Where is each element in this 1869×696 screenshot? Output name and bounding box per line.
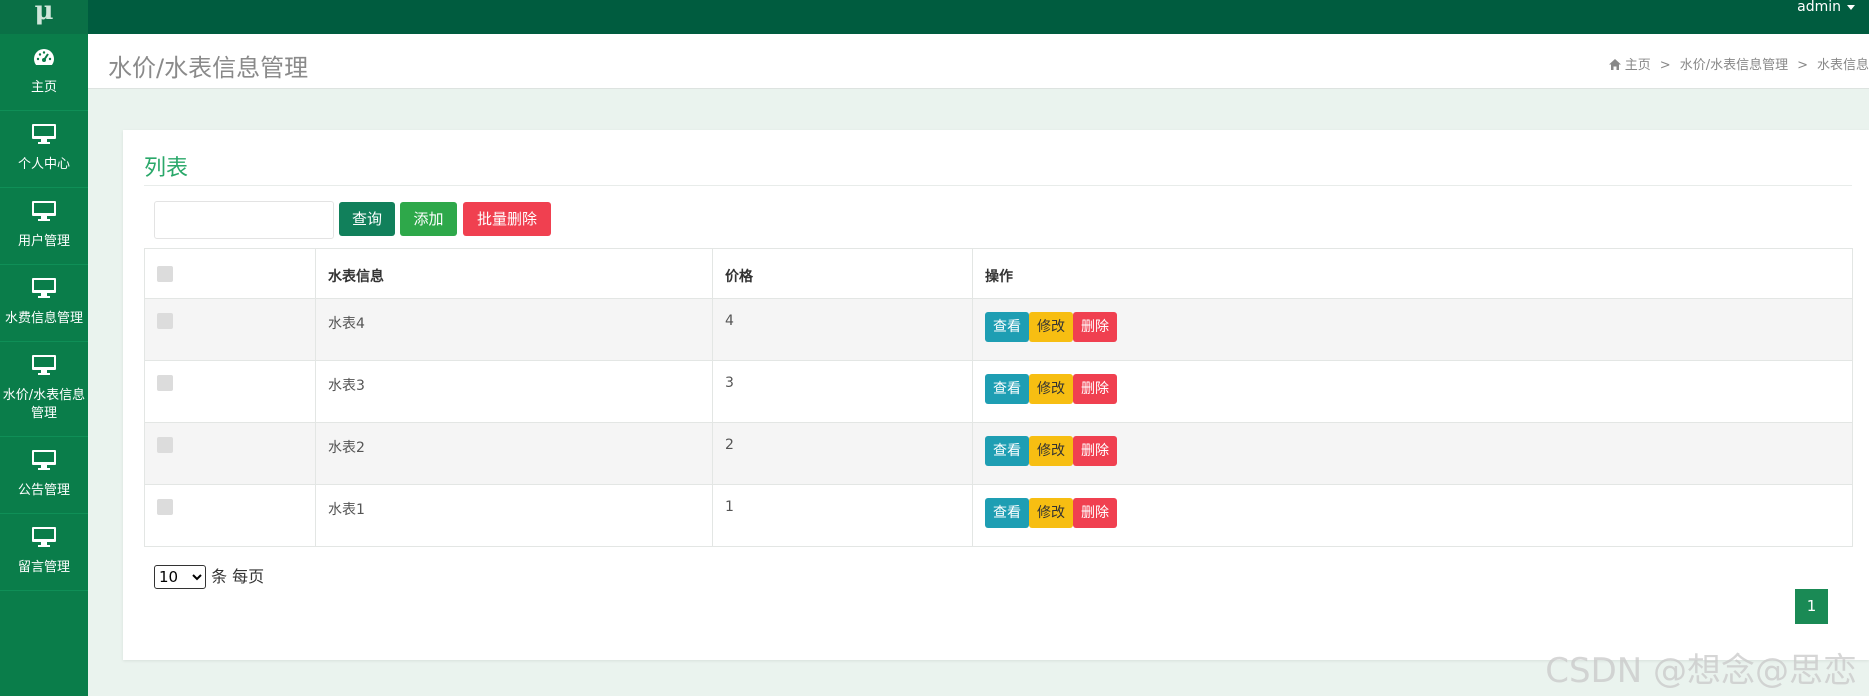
page-header: 水价/水表信息管理 主页 > 水价/水表信息管理 > 水表信息 <box>88 34 1869 89</box>
sidebar-item-profile[interactable]: 个人中心 <box>0 111 88 188</box>
delete-button[interactable]: 删除 <box>1073 436 1117 466</box>
breadcrumb: 主页 > 水价/水表信息管理 > 水表信息 <box>1608 54 1869 74</box>
page-size-suffix: 条 每页 <box>211 567 265 586</box>
edit-button[interactable]: 修改 <box>1029 374 1073 404</box>
meter-info-cell: 水表1 <box>315 484 713 547</box>
batch-delete-button[interactable]: 批量删除 <box>463 202 551 236</box>
caret-down-icon <box>1847 4 1855 10</box>
query-button[interactable]: 查询 <box>339 202 395 236</box>
price-cell: 4 <box>712 298 973 361</box>
sidebar-item-label: 水价/水表信息管理 <box>2 388 86 421</box>
list-panel: 列表 查询 添加 批量删除 水表信息 价格 操作 水表4 4 查看 修改 删除 水表… <box>123 130 1869 660</box>
meter-info-cell: 水表3 <box>315 360 713 423</box>
header-meter-info: 水表信息 <box>315 248 713 299</box>
dashboard-icon <box>33 47 55 71</box>
actions-cell: 查看 修改 删除 <box>972 298 1853 361</box>
breadcrumb-home[interactable]: 主页 <box>1625 58 1651 73</box>
sidebar-item-notices[interactable]: 公告管理 <box>0 437 88 514</box>
view-button[interactable]: 查看 <box>985 498 1029 528</box>
edit-button[interactable]: 修改 <box>1029 498 1073 528</box>
row-select-cell <box>144 360 316 423</box>
table-row: 水表4 4 查看 修改 删除 <box>144 298 1853 361</box>
page-button-current[interactable]: 1 <box>1795 589 1828 624</box>
view-button[interactable]: 查看 <box>985 436 1029 466</box>
meter-info-cell: 水表4 <box>315 298 713 361</box>
home-icon <box>1608 59 1621 74</box>
page-size-control: 10 条 每页 <box>154 563 264 589</box>
price-cell: 1 <box>712 484 973 547</box>
watermark: CSDN @想念@思恋 <box>1545 651 1857 691</box>
search-input[interactable] <box>154 201 334 239</box>
sidebar-item-label: 留言管理 <box>17 560 70 575</box>
breadcrumb-separator: > <box>1659 58 1671 73</box>
sidebar-item-label: 主页 <box>30 80 57 95</box>
sidebar-item-users[interactable]: 用户管理 <box>0 188 88 265</box>
sidebar: 主页 个人中心 用户管理 水费信息管理 水价/水表信息管理 公告管理 留言管理 <box>0 34 88 696</box>
breadcrumb-current: 水表信息 <box>1816 58 1869 73</box>
page-title: 水价/水表信息管理 <box>108 54 309 82</box>
monitor-icon <box>32 124 56 148</box>
monitor-icon <box>32 527 56 551</box>
table-row: 水表2 2 查看 修改 删除 <box>144 422 1853 485</box>
actions-cell: 查看 修改 删除 <box>972 422 1853 485</box>
monitor-icon <box>32 355 56 379</box>
sidebar-item-label: 用户管理 <box>17 234 70 249</box>
sidebar-item-messages[interactable]: 留言管理 <box>0 514 88 591</box>
monitor-icon <box>32 201 56 225</box>
table-row: 水表3 3 查看 修改 删除 <box>144 360 1853 423</box>
edit-button[interactable]: 修改 <box>1029 312 1073 342</box>
row-checkbox[interactable] <box>157 313 173 329</box>
monitor-icon <box>32 450 56 474</box>
row-select-cell <box>144 484 316 547</box>
meter-info-cell: 水表2 <box>315 422 713 485</box>
breadcrumb-section[interactable]: 水价/水表信息管理 <box>1680 58 1788 73</box>
actions-cell: 查看 修改 删除 <box>972 360 1853 423</box>
sidebar-item-label: 公告管理 <box>17 483 70 498</box>
table-row: 水表1 1 查看 修改 删除 <box>144 484 1853 547</box>
delete-button[interactable]: 删除 <box>1073 498 1117 528</box>
app-logo: μ <box>0 0 88 34</box>
sidebar-item-water-price[interactable]: 水价/水表信息管理 <box>0 342 88 437</box>
sidebar-item-label: 水费信息管理 <box>4 311 83 326</box>
delete-button[interactable]: 删除 <box>1073 374 1117 404</box>
header-price: 价格 <box>712 248 973 299</box>
user-name: admin <box>1797 0 1841 15</box>
table-header-row: 水表信息 价格 操作 <box>144 248 1853 299</box>
price-cell: 3 <box>712 360 973 423</box>
row-checkbox[interactable] <box>157 437 173 453</box>
sidebar-item-water-fee[interactable]: 水费信息管理 <box>0 265 88 342</box>
divider <box>144 185 1852 186</box>
row-select-cell <box>144 422 316 485</box>
header-select-all <box>144 248 316 299</box>
row-checkbox[interactable] <box>157 375 173 391</box>
view-button[interactable]: 查看 <box>985 312 1029 342</box>
page-size-select[interactable]: 10 <box>154 565 206 589</box>
add-button[interactable]: 添加 <box>400 202 457 236</box>
price-cell: 2 <box>712 422 973 485</box>
row-select-cell <box>144 298 316 361</box>
select-all-checkbox[interactable] <box>157 266 173 282</box>
top-bar: μ admin <box>0 0 1869 34</box>
panel-title: 列表 <box>144 156 189 181</box>
edit-button[interactable]: 修改 <box>1029 436 1073 466</box>
breadcrumb-separator: > <box>1797 58 1808 73</box>
row-checkbox[interactable] <box>157 499 173 515</box>
sidebar-item-home[interactable]: 主页 <box>0 34 88 111</box>
user-menu[interactable]: admin <box>1797 0 1855 14</box>
data-table: 水表信息 价格 操作 水表4 4 查看 修改 删除 水表3 3 查看 修改 删除 水表2 <box>144 248 1853 547</box>
view-button[interactable]: 查看 <box>985 374 1029 404</box>
monitor-icon <box>32 278 56 302</box>
actions-cell: 查看 修改 删除 <box>972 484 1853 547</box>
delete-button[interactable]: 删除 <box>1073 312 1117 342</box>
sidebar-item-label: 个人中心 <box>17 157 70 172</box>
header-actions: 操作 <box>972 248 1853 299</box>
